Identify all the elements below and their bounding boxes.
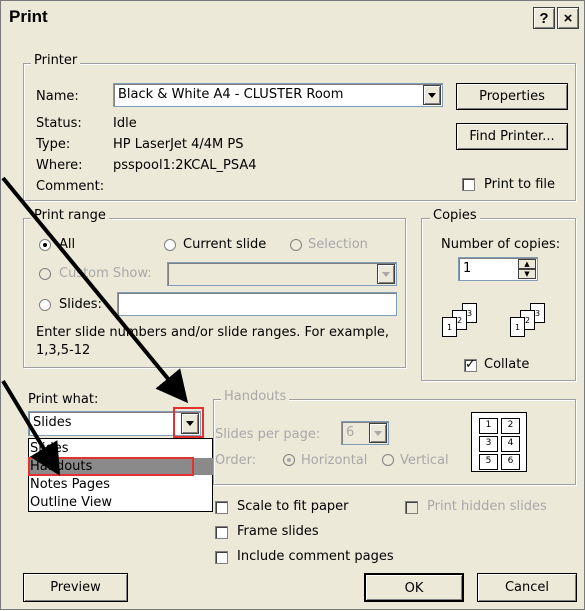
print-dialog: Print ? × Printer Name: Black & White A4…	[0, 0, 585, 610]
annotation-arrow	[1, 176, 189, 404]
annotation-arrow	[1, 379, 61, 476]
annotation-arrows	[1, 176, 189, 476]
